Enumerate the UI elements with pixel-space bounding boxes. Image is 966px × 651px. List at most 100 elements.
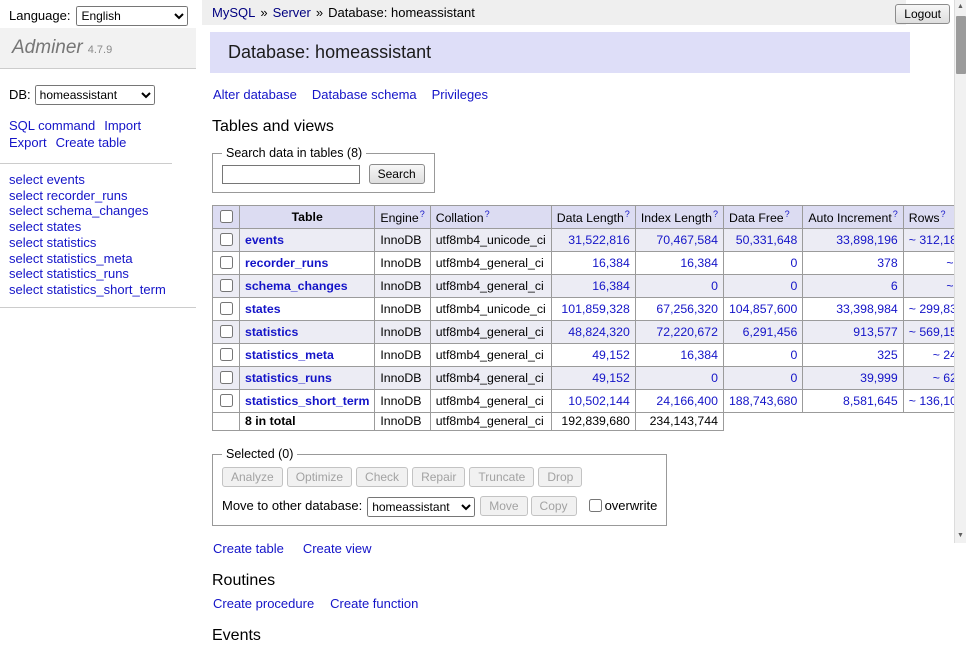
auto-increment-link[interactable]: 6 bbox=[891, 279, 898, 293]
data-length-link[interactable]: 31,522,816 bbox=[568, 233, 630, 247]
collation-cell: utf8mb4_general_ci bbox=[430, 390, 551, 413]
table-name-link[interactable]: events bbox=[245, 233, 284, 247]
column-help-link[interactable]: ? bbox=[785, 209, 790, 219]
data-length-link[interactable]: 49,152 bbox=[592, 348, 630, 362]
sidebar-table-link[interactable]: select statistics_short_term bbox=[9, 282, 187, 298]
table-name-link[interactable]: recorder_runs bbox=[245, 256, 328, 270]
db-action-link[interactable]: Alter database bbox=[213, 87, 297, 102]
row-checkbox[interactable] bbox=[220, 233, 233, 246]
auto-increment-link[interactable]: 913,577 bbox=[853, 325, 897, 339]
row-checkbox[interactable] bbox=[220, 371, 233, 384]
auto-increment-cell: 325 bbox=[803, 344, 903, 367]
row-checkbox[interactable] bbox=[220, 279, 233, 292]
db-action-link[interactable]: Privileges bbox=[432, 87, 488, 102]
analyze-button[interactable]: Analyze bbox=[222, 467, 283, 487]
data-free-link[interactable]: 188,743,680 bbox=[729, 394, 797, 408]
index-length-link[interactable]: 70,467,584 bbox=[656, 233, 718, 247]
row-checkbox[interactable] bbox=[220, 348, 233, 361]
copy-button[interactable]: Copy bbox=[531, 496, 577, 516]
check-button[interactable]: Check bbox=[356, 467, 408, 487]
sidebar-table-link[interactable]: select schema_changes bbox=[9, 203, 187, 219]
auto-increment-link[interactable]: 325 bbox=[877, 348, 898, 362]
data-free-link[interactable]: 6,291,456 bbox=[743, 325, 798, 339]
auto-increment-link[interactable]: 33,898,196 bbox=[836, 233, 898, 247]
data-free-link[interactable]: 104,857,600 bbox=[729, 302, 797, 316]
sidebar-table-link[interactable]: select statistics_runs bbox=[9, 266, 187, 282]
table-name-link[interactable]: states bbox=[245, 302, 281, 316]
index-length-link[interactable]: 0 bbox=[711, 371, 718, 385]
index-length-link[interactable]: 16,384 bbox=[680, 256, 718, 270]
db-select[interactable]: homeassistant bbox=[35, 85, 155, 105]
data-length-link[interactable]: 48,824,320 bbox=[568, 325, 630, 339]
index-length-link[interactable]: 72,220,672 bbox=[656, 325, 718, 339]
sidebar-action-link[interactable]: Create table bbox=[56, 134, 127, 151]
index-length-link[interactable]: 67,256,320 bbox=[656, 302, 718, 316]
row-check-cell bbox=[213, 344, 240, 367]
row-checkbox[interactable] bbox=[220, 256, 233, 269]
sidebar-table-link[interactable]: select statistics bbox=[9, 235, 187, 251]
language-select[interactable]: English bbox=[76, 6, 188, 26]
engine-cell: InnoDB bbox=[375, 229, 430, 252]
auto-increment-link[interactable]: 39,999 bbox=[860, 371, 898, 385]
drop-button[interactable]: Drop bbox=[538, 467, 582, 487]
column-help-link[interactable]: ? bbox=[713, 209, 718, 219]
data-length-link[interactable]: 16,384 bbox=[592, 279, 630, 293]
sidebar-action-link[interactable]: Export bbox=[9, 134, 47, 151]
table-name-link[interactable]: statistics_meta bbox=[245, 348, 334, 362]
table-name-link[interactable]: statistics_runs bbox=[245, 371, 332, 385]
row-checkbox[interactable] bbox=[220, 325, 233, 338]
sidebar-action-link[interactable]: Import bbox=[104, 117, 141, 134]
move-db-select[interactable]: homeassistant bbox=[367, 497, 475, 517]
check-all-checkbox[interactable] bbox=[220, 210, 233, 223]
index-length-link[interactable]: 0 bbox=[711, 279, 718, 293]
search-button[interactable]: Search bbox=[369, 164, 425, 184]
search-input[interactable] bbox=[222, 165, 360, 184]
scroll-down-icon[interactable]: ▼ bbox=[955, 529, 966, 543]
move-row: Move to other database:homeassistantMove… bbox=[222, 496, 657, 517]
data-free-link[interactable]: 0 bbox=[791, 256, 798, 270]
auto-increment-link[interactable]: 8,581,645 bbox=[843, 394, 898, 408]
logout-button[interactable]: Logout bbox=[895, 4, 950, 24]
data-free-link[interactable]: 0 bbox=[791, 371, 798, 385]
row-checkbox[interactable] bbox=[220, 394, 233, 407]
repair-button[interactable]: Repair bbox=[412, 467, 465, 487]
optimize-button[interactable]: Optimize bbox=[287, 467, 352, 487]
scrollbar[interactable]: ▲ ▼ bbox=[954, 0, 966, 543]
table-name-cell: recorder_runs bbox=[240, 252, 375, 275]
row-checkbox[interactable] bbox=[220, 302, 233, 315]
db-action-link[interactable]: Database schema bbox=[312, 87, 417, 102]
scrollbar-thumb[interactable] bbox=[956, 16, 966, 74]
auto-increment-link[interactable]: 33,398,984 bbox=[836, 302, 898, 316]
sidebar-action-link[interactable]: SQL command bbox=[9, 117, 95, 134]
breadcrumb-link-server[interactable]: Server bbox=[273, 5, 311, 20]
table-name-link[interactable]: statistics_short_term bbox=[245, 394, 369, 408]
column-help-link[interactable]: ? bbox=[893, 209, 898, 219]
data-length-link[interactable]: 16,384 bbox=[592, 256, 630, 270]
index-length-link[interactable]: 16,384 bbox=[680, 348, 718, 362]
scroll-up-icon[interactable]: ▲ bbox=[955, 0, 966, 14]
table-name-link[interactable]: schema_changes bbox=[245, 279, 348, 293]
column-help-link[interactable]: ? bbox=[485, 209, 490, 219]
column-help-link[interactable]: ? bbox=[941, 209, 946, 219]
sidebar-table-link[interactable]: select events bbox=[9, 172, 187, 188]
data-free-link[interactable]: 50,331,648 bbox=[736, 233, 798, 247]
breadcrumb-link-mysql[interactable]: MySQL bbox=[212, 5, 255, 20]
column-help-link[interactable]: ? bbox=[625, 209, 630, 219]
routine-link[interactable]: Create function bbox=[330, 596, 418, 611]
data-length-link[interactable]: 10,502,144 bbox=[568, 394, 630, 408]
data-length-link[interactable]: 49,152 bbox=[592, 371, 630, 385]
data-free-link[interactable]: 0 bbox=[791, 279, 798, 293]
sidebar-table-link[interactable]: select statistics_meta bbox=[9, 251, 187, 267]
move-button[interactable]: Move bbox=[480, 496, 527, 516]
routine-link[interactable]: Create procedure bbox=[213, 596, 314, 611]
data-length-link[interactable]: 101,859,328 bbox=[561, 302, 629, 316]
table-name-link[interactable]: statistics bbox=[245, 325, 298, 339]
overwrite-checkbox[interactable] bbox=[589, 499, 602, 512]
index-length-link[interactable]: 24,166,400 bbox=[656, 394, 718, 408]
truncate-button[interactable]: Truncate bbox=[469, 467, 534, 487]
column-help-link[interactable]: ? bbox=[420, 209, 425, 219]
sidebar-table-link[interactable]: select states bbox=[9, 219, 187, 235]
auto-increment-link[interactable]: 378 bbox=[877, 256, 898, 270]
sidebar-table-link[interactable]: select recorder_runs bbox=[9, 188, 187, 204]
data-free-link[interactable]: 0 bbox=[791, 348, 798, 362]
